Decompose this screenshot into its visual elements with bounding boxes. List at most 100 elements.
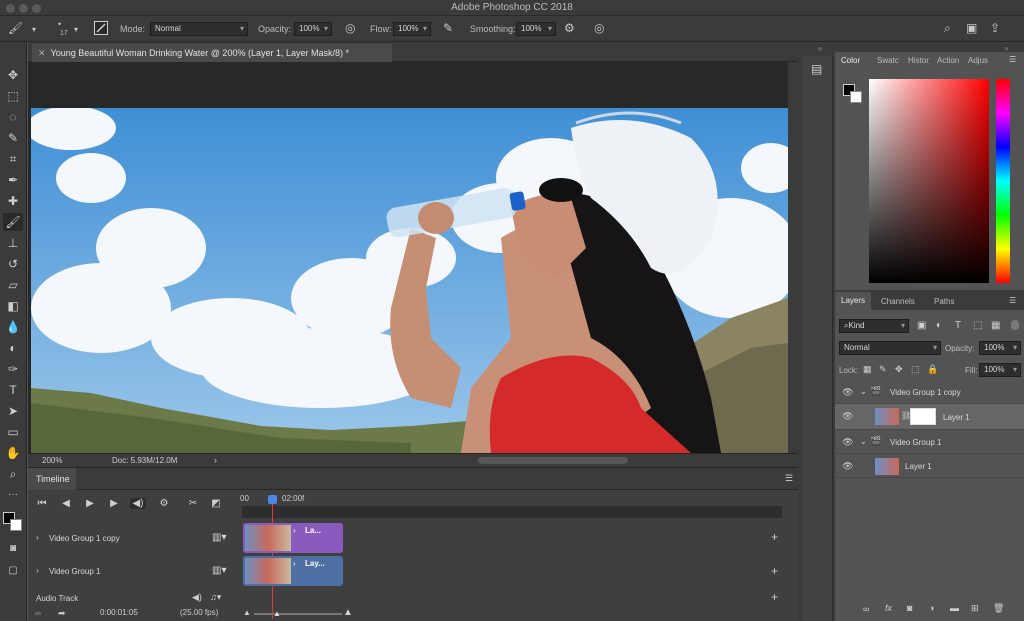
delete-layer-icon[interactable]: 🗑 — [993, 603, 1004, 614]
shape-filter-icon[interactable]: ⬚ — [973, 320, 982, 331]
layer-row-selected[interactable]: 👁 ⛓ Layer 1 — [835, 404, 1024, 430]
pressure-size-icon[interactable]: ◎ — [594, 22, 604, 34]
pressure-opacity-icon[interactable]: ◎ — [345, 22, 355, 34]
marquee-tool-icon[interactable]: ⬚ — [3, 87, 23, 105]
panel-menu-icon[interactable]: ☰ — [1009, 55, 1016, 64]
chevron-right-icon[interactable]: › — [214, 455, 217, 465]
previous-frame-icon[interactable]: ◀ — [58, 498, 74, 509]
add-media-icon[interactable]: + — [771, 530, 778, 544]
layer-row[interactable]: 👁 Layer 1 — [835, 454, 1024, 478]
share-icon[interactable]: ⇪ — [990, 22, 1000, 34]
more-tools-icon[interactable]: ··· — [3, 486, 23, 504]
video-clip[interactable]: › Lay... — [243, 556, 343, 586]
timeline-zoom-slider[interactable] — [254, 613, 342, 615]
adjustment-layer-icon[interactable]: ◑ — [929, 603, 934, 613]
collapse-icon[interactable]: « — [818, 44, 822, 53]
tab-layers[interactable]: Layers — [835, 292, 871, 310]
timeline-tab[interactable]: Timeline — [28, 468, 76, 490]
panel-menu-icon[interactable]: ☰ — [785, 473, 793, 484]
tab-history[interactable]: Histor — [908, 56, 929, 65]
zoom-tool-icon[interactable]: ⌕ — [3, 465, 23, 483]
gear-icon[interactable]: ⚙ — [564, 22, 575, 34]
hand-tool-icon[interactable]: ✋ — [3, 444, 23, 462]
new-group-icon[interactable]: ▬ — [950, 603, 959, 613]
paint-bucket-tool-icon[interactable]: ◧ — [3, 297, 23, 315]
panel-menu-icon[interactable]: ☰ — [1009, 296, 1016, 305]
work-area-bar[interactable] — [242, 506, 782, 518]
track-row[interactable]: › Video Group 1 copy ▥▾ — [28, 524, 238, 554]
opacity-input[interactable]: 100% ▾ — [294, 22, 332, 36]
crop-tool-icon[interactable]: ⌗ — [3, 150, 23, 168]
layer-kind-filter[interactable]: ⌕Kind ▾ — [839, 319, 909, 333]
layer-mask-thumbnail[interactable] — [910, 408, 936, 425]
lock-pixels-icon[interactable]: ✎ — [879, 364, 887, 375]
color-field[interactable] — [869, 79, 989, 283]
eraser-tool-icon[interactable]: ▱ — [3, 276, 23, 294]
zoom-slider-handle[interactable]: ▲ — [273, 609, 281, 618]
eye-icon[interactable]: 👁 — [842, 437, 853, 448]
flow-input[interactable]: 100% ▾ — [393, 22, 431, 36]
chevron-right-icon[interactable]: › — [36, 566, 39, 575]
go-to-first-frame-icon[interactable]: ⏮ — [34, 498, 50, 509]
music-note-icon[interactable]: ♫▾ — [210, 592, 221, 603]
tab-paths[interactable]: Paths — [934, 297, 954, 306]
rectangle-tool-icon[interactable]: ▭ — [3, 423, 23, 441]
mode-select[interactable]: Normal ▾ — [150, 22, 248, 36]
smoothing-input[interactable]: 100% ▾ — [516, 22, 556, 36]
tab-channels[interactable]: Channels — [881, 297, 915, 306]
new-layer-icon[interactable]: ⊞ — [971, 603, 979, 614]
film-strip-icon[interactable]: ▥▾ — [212, 532, 226, 543]
tab-adjustments[interactable]: Adjus — [968, 56, 988, 65]
add-media-icon[interactable]: + — [771, 590, 778, 604]
document-tab[interactable]: ✕ Young Beautiful Woman Drinking Water @ … — [32, 44, 392, 62]
type-filter-icon[interactable]: T — [955, 320, 961, 331]
zoom-level[interactable]: 200% — [42, 456, 62, 465]
image-filter-icon[interactable]: ▣ — [917, 320, 926, 331]
fill-input[interactable]: 100% ▾ — [979, 363, 1021, 377]
path-select-tool-icon[interactable]: ➤ — [3, 402, 23, 420]
pen-tool-icon[interactable]: ✑ — [3, 360, 23, 378]
background-color-swatch[interactable] — [850, 91, 862, 103]
quick-select-tool-icon[interactable]: ✎ — [3, 129, 23, 147]
lasso-tool-icon[interactable]: ◌ — [3, 108, 23, 126]
move-tool-icon[interactable]: ✥ — [3, 66, 23, 84]
chevron-down-icon[interactable]: ⌄ — [860, 387, 867, 396]
eye-icon[interactable]: 👁 — [842, 461, 853, 472]
brush-tool-icon[interactable]: 🖌 — [3, 213, 23, 231]
hue-slider[interactable] — [996, 79, 1010, 283]
zoom-out-mountain-icon[interactable]: ▲ — [243, 608, 251, 617]
convert-timeline-icon[interactable]: ➦ — [58, 608, 66, 619]
lock-artboard-icon[interactable]: ⬚ — [911, 364, 920, 375]
track-row[interactable]: › Video Group 1 ▥▾ — [28, 557, 238, 587]
gear-icon[interactable]: ⚙ — [156, 498, 172, 509]
lock-all-icon[interactable]: 🔒 — [927, 364, 938, 375]
tab-color[interactable]: Color — [841, 56, 860, 65]
layer-style-icon[interactable]: fx — [885, 603, 892, 613]
audio-mute-icon[interactable]: ◀) — [192, 592, 202, 603]
dodge-tool-icon[interactable]: ◐ — [3, 339, 23, 357]
document-canvas-image[interactable] — [31, 108, 788, 453]
lock-transparency-icon[interactable]: ▦ — [863, 364, 872, 375]
zoom-in-mountain-icon[interactable]: ▲ — [343, 607, 353, 618]
link-layers-icon[interactable]: ∞ — [863, 604, 869, 614]
playhead-handle[interactable] — [268, 495, 277, 504]
blend-mode-select[interactable]: Normal ▾ — [839, 341, 941, 355]
eye-icon[interactable]: 👁 — [842, 411, 853, 422]
document-size-info[interactable]: Doc: 5.93M/12.0M — [112, 456, 177, 465]
add-mask-icon[interactable]: ◙ — [907, 603, 912, 613]
layer-row[interactable]: 👁 ⌄ 🎬 Video Group 1 copy — [835, 380, 1024, 404]
brush-panel-toggle-icon[interactable] — [94, 21, 108, 35]
eye-icon[interactable]: 👁 — [842, 387, 853, 398]
split-scissors-icon[interactable]: ✂ — [185, 498, 201, 509]
background-color-swatch[interactable] — [10, 519, 22, 531]
add-media-icon[interactable]: + — [771, 564, 778, 578]
healing-tool-icon[interactable]: ✚ — [3, 192, 23, 210]
tab-actions[interactable]: Action — [937, 56, 959, 65]
layer-row[interactable]: 👁 ⌄ 🎬 Video Group 1 — [835, 430, 1024, 454]
next-frame-icon[interactable]: ▶ — [106, 498, 122, 509]
filter-toggle[interactable] — [1011, 320, 1019, 330]
history-panel-icon[interactable]: ▤ — [811, 62, 822, 76]
chevron-down-icon[interactable]: ▾ — [74, 24, 78, 36]
blur-tool-icon[interactable]: 💧 — [3, 318, 23, 336]
quick-mask-icon[interactable]: ◙ — [3, 540, 23, 558]
